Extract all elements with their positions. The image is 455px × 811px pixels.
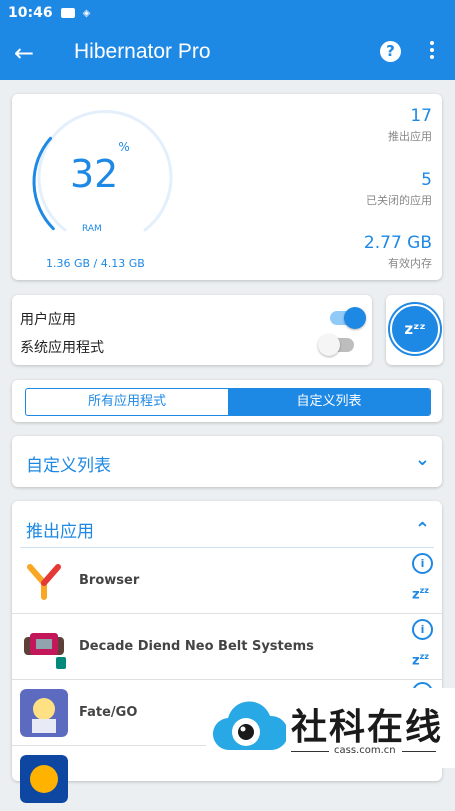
- hibernate-card: zᶻᶻ: [386, 295, 443, 365]
- chevron-up-icon[interactable]: ⌃: [415, 519, 430, 540]
- watermark-rule-right: [402, 751, 436, 752]
- info-icon[interactable]: i: [412, 619, 433, 640]
- app-row[interactable]: Browser i zzz: [12, 548, 442, 614]
- app-title: Hibernator Pro: [74, 40, 211, 63]
- user-apps-label: 用户应用: [20, 312, 76, 328]
- stat-free-memory: 2.77 GB 有效内存: [364, 233, 432, 271]
- switch-knob: [318, 334, 340, 356]
- fate-go-app-icon: [20, 689, 68, 737]
- vpn-icon: ◈: [82, 7, 91, 19]
- ram-card: 32% RAM 1.36 GB / 4.13 GB 17 推出应用 5 已关闭的…: [12, 94, 442, 280]
- percent-sign: %: [118, 140, 130, 155]
- chevron-down-icon[interactable]: ⌄: [415, 449, 430, 470]
- watermark-cloud-logo: [213, 701, 286, 751]
- stat-value: 17: [410, 106, 432, 126]
- status-bar: 10:46 ◈: [0, 0, 455, 26]
- stat-closed: 5 已关闭的应用: [366, 170, 432, 208]
- app-icon: [20, 755, 68, 803]
- status-time: 10:46: [8, 5, 53, 21]
- stat-launched: 17 推出应用: [388, 106, 432, 144]
- user-apps-switch[interactable]: [330, 307, 366, 329]
- belt-app-icon: [24, 633, 66, 669]
- watermark: 社科在线 cass.com.cn: [206, 688, 455, 768]
- app-name: Browser: [79, 573, 140, 588]
- stat-value: 5: [421, 170, 432, 190]
- help-icon[interactable]: ?: [380, 41, 401, 62]
- watermark-text: 社科在线: [291, 707, 444, 748]
- custom-list-title: 自定义列表: [26, 456, 111, 476]
- notification-icon: [60, 8, 75, 18]
- overflow-menu-icon[interactable]: [422, 38, 442, 68]
- watermark-domain: cass.com.cn: [334, 745, 396, 756]
- ram-usage: 1.36 GB / 4.13 GB: [46, 257, 145, 270]
- back-arrow-icon[interactable]: ←: [14, 38, 34, 68]
- app-bar: ← Hibernator Pro ?: [0, 26, 455, 80]
- app-row[interactable]: Decade Diend Neo Belt Systems i zzz: [12, 614, 442, 680]
- tab-custom-list[interactable]: 自定义列表: [228, 389, 430, 415]
- stat-label: 已关闭的应用: [366, 194, 432, 207]
- list-tabs-card: 所有应用程式 自定义列表: [12, 380, 442, 422]
- app-name: Decade Diend Neo Belt Systems: [79, 639, 314, 654]
- stat-value: 2.77 GB: [363, 233, 432, 253]
- switch-knob: [344, 307, 366, 329]
- tab-all-apps[interactable]: 所有应用程式: [26, 389, 228, 415]
- system-apps-switch[interactable]: [318, 334, 354, 356]
- info-icon[interactable]: i: [412, 553, 433, 574]
- ram-label: RAM: [82, 224, 102, 234]
- app-name: Fate/GO: [79, 705, 138, 720]
- watermark-rule-left: [291, 751, 329, 752]
- hibernate-app-icon[interactable]: zzz: [412, 652, 429, 668]
- ram-percent: 32%: [70, 140, 130, 196]
- stat-label: 有效内存: [388, 257, 432, 270]
- app-type-toggles: 用户应用 系统应用程式: [12, 295, 372, 365]
- custom-list-section[interactable]: 自定义列表 ⌄: [12, 436, 442, 487]
- list-tabs: 所有应用程式 自定义列表: [25, 388, 431, 416]
- browser-app-icon: [27, 564, 61, 600]
- hibernate-app-icon[interactable]: zzz: [412, 586, 429, 602]
- stat-label: 推出应用: [388, 130, 432, 143]
- running-apps-title: 推出应用: [26, 522, 94, 542]
- system-apps-label: 系统应用程式: [20, 340, 104, 356]
- hibernate-button[interactable]: zᶻᶻ: [390, 304, 440, 354]
